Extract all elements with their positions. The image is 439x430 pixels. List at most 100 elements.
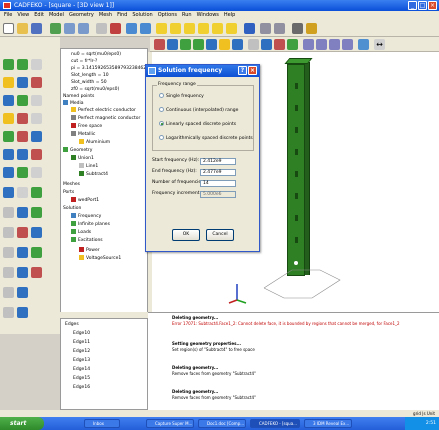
tree-item[interactable]: cut = fr*lr-? bbox=[71, 58, 97, 65]
view-back-icon[interactable] bbox=[140, 23, 151, 34]
tree-item[interactable]: Slot_length = 10 bbox=[71, 72, 109, 79]
view-left-icon[interactable] bbox=[184, 23, 195, 34]
scale-icon[interactable] bbox=[110, 23, 121, 34]
tree-item[interactable]: zf0 = sqrt(mu0/eps0) bbox=[71, 86, 119, 93]
number-of-frequencies-input[interactable]: 14 bbox=[200, 180, 236, 187]
menu-edit[interactable]: Edit bbox=[34, 11, 44, 20]
z-tool-icon[interactable] bbox=[3, 307, 14, 318]
menu-windows[interactable]: Windows bbox=[197, 11, 219, 20]
tree-item[interactable]: nu0 = sqrt(mu0/eps0) bbox=[71, 51, 121, 58]
tree-item[interactable]: Infinite planes bbox=[71, 221, 110, 228]
menu-geometry[interactable]: Geometry bbox=[69, 11, 94, 20]
union-icon[interactable] bbox=[261, 39, 272, 50]
model-icon[interactable] bbox=[50, 23, 61, 34]
tree-item[interactable]: Ports bbox=[63, 189, 74, 196]
tree-item[interactable]: VoltageSource1 bbox=[79, 255, 121, 262]
point-icon[interactable] bbox=[17, 113, 28, 124]
maximize-button[interactable]: □ bbox=[418, 1, 427, 10]
box-icon[interactable] bbox=[180, 39, 191, 50]
grid-icon[interactable] bbox=[260, 23, 271, 34]
view-iso-icon[interactable] bbox=[212, 23, 223, 34]
cuboid-icon[interactable] bbox=[3, 59, 14, 70]
tree-item[interactable]: Edges bbox=[65, 321, 79, 328]
n-icon[interactable] bbox=[3, 247, 14, 258]
menu-model[interactable]: Model bbox=[49, 11, 64, 20]
split-icon[interactable] bbox=[303, 39, 314, 50]
save-icon[interactable] bbox=[31, 23, 42, 34]
rectangle-icon[interactable] bbox=[248, 39, 259, 50]
omega-icon[interactable] bbox=[3, 227, 14, 238]
tree-item[interactable]: Edge16 bbox=[73, 384, 90, 391]
pointer-icon[interactable] bbox=[96, 23, 107, 34]
tree-item[interactable]: Edge13 bbox=[73, 357, 90, 364]
extrude-icon[interactable] bbox=[342, 39, 353, 50]
close-button[interactable]: × bbox=[428, 1, 437, 10]
transform-icon[interactable] bbox=[358, 39, 369, 50]
z-axis-icon[interactable] bbox=[31, 77, 42, 88]
menu-run[interactable]: Run bbox=[182, 11, 192, 20]
tree-item[interactable]: Media bbox=[63, 100, 84, 107]
ring-icon[interactable] bbox=[31, 131, 42, 142]
radio-single-frequency[interactable]: Single frequency bbox=[159, 93, 204, 100]
slash-icon[interactable] bbox=[17, 187, 28, 198]
open-icon[interactable] bbox=[17, 23, 28, 34]
solve-icon[interactable] bbox=[244, 23, 255, 34]
coil-icon[interactable] bbox=[17, 267, 28, 278]
cone-tool-icon[interactable] bbox=[17, 77, 28, 88]
task-doc[interactable]: Doc1.doc [Comp... bbox=[198, 419, 246, 428]
cursor-icon[interactable] bbox=[17, 307, 28, 318]
menu-view[interactable]: View bbox=[17, 11, 29, 20]
tree-item[interactable]: Union1 bbox=[71, 155, 94, 162]
arrows-icon[interactable]: ↔ bbox=[374, 39, 385, 50]
stack-icon[interactable] bbox=[17, 287, 28, 298]
menu-find[interactable]: Find bbox=[117, 11, 127, 20]
helix-icon[interactable] bbox=[3, 131, 14, 142]
tree-item[interactable]: Solution bbox=[63, 205, 81, 212]
clock-icon[interactable] bbox=[31, 267, 42, 278]
tree-item[interactable]: Named points bbox=[63, 93, 94, 100]
model-column[interactable] bbox=[287, 64, 305, 276]
p-icon[interactable] bbox=[31, 113, 42, 124]
snap-icon[interactable] bbox=[274, 23, 285, 34]
approx-icon[interactable] bbox=[17, 227, 28, 238]
radio-log-points[interactable]: Logarithmically spaced discrete points bbox=[159, 135, 253, 142]
ellipse-icon[interactable] bbox=[3, 149, 14, 160]
redo-icon[interactable] bbox=[78, 23, 89, 34]
tree-item[interactable]: Perfect electric conductor bbox=[71, 107, 136, 114]
fill-icon[interactable] bbox=[31, 187, 42, 198]
arc-icon[interactable] bbox=[167, 39, 178, 50]
minimize-button[interactable]: _ bbox=[408, 1, 417, 10]
menu-file[interactable]: File bbox=[4, 11, 12, 20]
sphere-icon[interactable] bbox=[206, 39, 217, 50]
tree-item[interactable]: Edge11 bbox=[73, 339, 90, 346]
view-front-icon[interactable] bbox=[126, 23, 137, 34]
view-top-icon[interactable] bbox=[156, 23, 167, 34]
loop-icon[interactable] bbox=[17, 131, 28, 142]
cancel-button[interactable]: Cancel bbox=[206, 229, 234, 241]
tree-item[interactable]: Edge15 bbox=[73, 375, 90, 382]
cylinder-icon[interactable] bbox=[193, 39, 204, 50]
tree-item[interactable]: Meshes bbox=[63, 181, 80, 188]
export-icon[interactable] bbox=[306, 23, 317, 34]
rotate-icon[interactable] bbox=[3, 167, 14, 178]
radio-continuous-range[interactable]: Continuous (interpolated) range bbox=[159, 107, 238, 114]
wedge-icon[interactable] bbox=[17, 167, 28, 178]
plate-icon[interactable] bbox=[17, 207, 28, 218]
arrow-tool-icon[interactable] bbox=[31, 167, 42, 178]
task-inbox[interactable]: Inbox bbox=[84, 419, 120, 428]
mark-icon[interactable] bbox=[31, 149, 42, 160]
view-zoom-icon[interactable] bbox=[226, 23, 237, 34]
subtract-icon[interactable] bbox=[274, 39, 285, 50]
zed-icon[interactable] bbox=[31, 95, 42, 106]
tree-item[interactable]: Edge10 bbox=[73, 330, 90, 337]
menu-solution[interactable]: Solution bbox=[132, 11, 152, 20]
task-cadfeko[interactable]: CADFEKO - [squa... bbox=[250, 419, 300, 428]
cone-icon[interactable] bbox=[219, 39, 230, 50]
orbit-icon[interactable] bbox=[31, 247, 42, 258]
paraboloid-icon[interactable] bbox=[3, 187, 14, 198]
dialog-close-button[interactable]: × bbox=[248, 66, 257, 75]
tree-item[interactable]: Excitations bbox=[71, 237, 103, 244]
tree-item[interactable]: Loads bbox=[71, 229, 91, 236]
pencil-icon[interactable] bbox=[3, 113, 14, 124]
line-icon[interactable] bbox=[154, 39, 165, 50]
